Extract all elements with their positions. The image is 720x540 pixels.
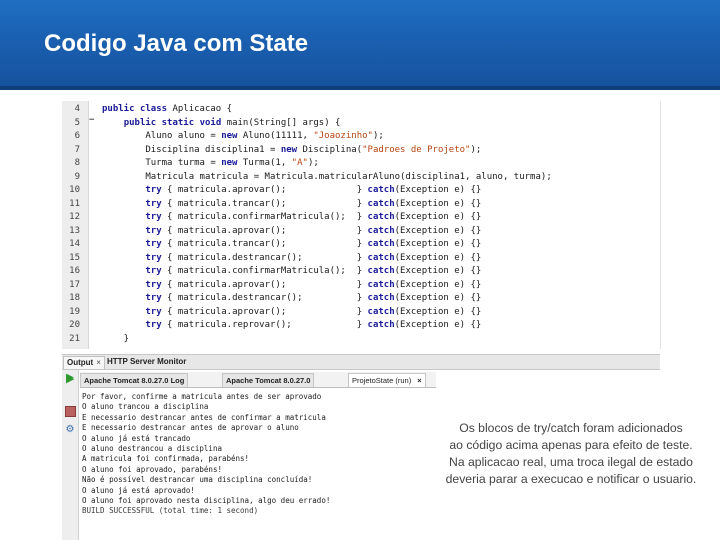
tab-output[interactable]: Output × <box>63 356 105 369</box>
code-line[interactable]: 10 try { matricula.aprovar(); } catch(Ex… <box>62 184 660 198</box>
code-line[interactable]: 20 try { matricula.reprovar(); } catch(E… <box>62 319 660 333</box>
explanation-note: Os blocos de try/catch foram adicionados… <box>424 420 718 488</box>
code-line[interactable]: 9 Matricula matricula = Matricula.matric… <box>62 171 660 185</box>
line-number: 10 <box>69 185 80 195</box>
code-text: try { matricula.aprovar(); } catch(Excep… <box>145 306 482 317</box>
output-sub-tabs: Apache Tomcat 8.0.27.0 Log Apache Tomcat… <box>80 372 436 388</box>
code-line[interactable]: 5 public static void main(String[] args)… <box>62 117 660 131</box>
line-number: 6 <box>74 131 80 141</box>
tab-tomcat[interactable]: Apache Tomcat 8.0.27.0 <box>222 373 315 387</box>
code-text: Turma turma = new Turma(1, "A"); <box>102 158 319 168</box>
output-line: O aluno destrancou a disciplina <box>82 444 222 453</box>
note-line: Os blocos de try/catch foram adicionados <box>459 421 683 435</box>
output-panel-tabs: Output × HTTP Server Monitor <box>62 354 660 370</box>
output-console: Por favor, confirme a matricula antes de… <box>80 390 450 540</box>
code-line[interactable]: 8 Turma turma = new Turma(1, "A"); <box>62 157 660 171</box>
note-line: deveria parar a execucao e notificar o u… <box>445 472 697 486</box>
output-line: E necessario destrancar antes de confirm… <box>82 412 326 422</box>
code-line[interactable]: 12 try { matricula.confirmarMatricula();… <box>62 211 660 225</box>
code-text: public static void main(String[] args) { <box>123 117 341 128</box>
fold-icon[interactable]: − <box>89 115 94 125</box>
line-number: 5 <box>74 117 80 128</box>
code-line[interactable]: 19 try { matricula.aprovar(); } catch(Ex… <box>62 306 660 320</box>
code-line[interactable]: 7 Disciplina disciplina1 = new Disciplin… <box>62 144 660 158</box>
code-text: Matricula matricula = Matricula.matricul… <box>102 171 552 182</box>
tab-tomcat-log[interactable]: Apache Tomcat 8.0.27.0 Log <box>80 373 189 387</box>
build-status-line: BUILD SUCCESSFUL (total time: 1 second) <box>82 506 259 516</box>
line-number: 16 <box>69 266 80 276</box>
tab-server-label: HTTP Server Monitor <box>107 357 187 366</box>
code-text: try { matricula.aprovar(); } catch(Excep… <box>145 279 482 290</box>
output-line: A matricula foi confirmada, parabéns! <box>82 454 250 464</box>
line-number: 9 <box>74 171 80 182</box>
line-number: 17 <box>69 279 80 290</box>
slide-header: Codigo Java com State <box>0 0 720 90</box>
line-number: 20 <box>69 320 80 330</box>
output-line: O aluno já está trancado <box>82 433 191 443</box>
code-text: try { matricula.confirmarMatricula(); } … <box>145 212 482 222</box>
line-number: 8 <box>74 158 80 168</box>
code-line[interactable]: 13 try { matricula.aprovar(); } catch(Ex… <box>62 225 660 239</box>
note-line: Na aplicacao real, uma troca ilegal de e… <box>449 455 693 469</box>
tab-http-server-monitor[interactable]: HTTP Server Monitor <box>104 356 189 368</box>
tab-project-run[interactable]: ProjetoState (run) × <box>348 373 426 387</box>
line-number: 19 <box>69 306 80 317</box>
line-number: 13 <box>69 225 80 236</box>
output-line: O aluno já está aprovado! <box>82 485 195 495</box>
page-title: Codigo Java com State <box>44 30 309 57</box>
line-number: 12 <box>69 212 80 222</box>
output-line: O aluno foi aprovado nesta disciplina, a… <box>82 496 331 505</box>
code-line[interactable]: 16 try { matricula.confirmarMatricula();… <box>62 265 660 279</box>
code-text: try { matricula.trancar(); } catch(Excep… <box>145 198 482 209</box>
stop-icon[interactable] <box>64 406 76 418</box>
line-number: 4 <box>74 104 80 114</box>
code-line[interactable]: 18 try { matricula.destrancar(); } catch… <box>62 292 660 306</box>
output-line: Não é possível destrancar uma disciplina… <box>82 475 313 485</box>
line-number: 21 <box>69 333 80 344</box>
note-line: ao código acima apenas para efeito de te… <box>449 438 693 452</box>
code-line[interactable]: 4 public class Aplicacao { <box>62 103 660 117</box>
tab-output-label: Output <box>67 358 94 367</box>
code-line[interactable]: 17 try { matricula.aprovar(); } catch(Ex… <box>62 279 660 293</box>
code-text: try { matricula.destrancar(); } catch(Ex… <box>145 252 482 263</box>
code-line[interactable]: 14 try { matricula.trancar(); } catch(Ex… <box>62 238 660 252</box>
code-text: try { matricula.aprovar(); } catch(Excep… <box>145 185 482 195</box>
code-line[interactable]: 15 try { matricula.destrancar(); } catch… <box>62 252 660 266</box>
code-text: try { matricula.confirmarMatricula(); } … <box>145 266 482 276</box>
close-icon[interactable]: × <box>417 376 421 385</box>
line-number: 7 <box>74 144 80 155</box>
output-line: O aluno trancou a disciplina <box>82 402 209 412</box>
settings-icon[interactable]: ⚙ <box>64 424 76 436</box>
line-number: 14 <box>69 239 80 249</box>
output-line: E necessario destrancar antes de aprovar… <box>82 423 299 433</box>
code-text: public class Aplicacao { <box>102 104 233 114</box>
code-line[interactable]: 6 Aluno aluno = new Aluno(11111, "Joaozi… <box>62 130 660 144</box>
output-line: Por favor, confirme a matricula antes de… <box>82 392 322 401</box>
code-text: try { matricula.reprovar(); } catch(Exce… <box>145 320 482 330</box>
run-icon[interactable]: ▶ <box>66 372 74 385</box>
line-number: 11 <box>69 198 80 209</box>
output-line: O aluno foi aprovado, parabéns! <box>82 464 222 474</box>
line-number: 18 <box>69 293 80 303</box>
line-number: 15 <box>69 252 80 263</box>
close-icon[interactable]: × <box>96 358 101 367</box>
output-toolbar: ▶ ⚙ <box>62 370 79 540</box>
code-text: } <box>102 333 130 344</box>
code-line[interactable]: 11 try { matricula.trancar(); } catch(Ex… <box>62 198 660 212</box>
code-text: Disciplina disciplina1 = new Disciplina(… <box>102 144 482 155</box>
tab-project-label: ProjetoState (run) <box>352 376 412 385</box>
code-line[interactable]: 21 } <box>62 333 660 347</box>
code-text: try { matricula.trancar(); } catch(Excep… <box>145 239 482 249</box>
code-editor[interactable]: 4 public class Aplicacao { 5 public static… <box>62 101 661 349</box>
code-text: try { matricula.aprovar(); } catch(Excep… <box>145 225 482 236</box>
code-text: try { matricula.destrancar(); } catch(Ex… <box>145 293 482 303</box>
code-text: Aluno aluno = new Aluno(11111, "Joaozinh… <box>102 131 384 141</box>
